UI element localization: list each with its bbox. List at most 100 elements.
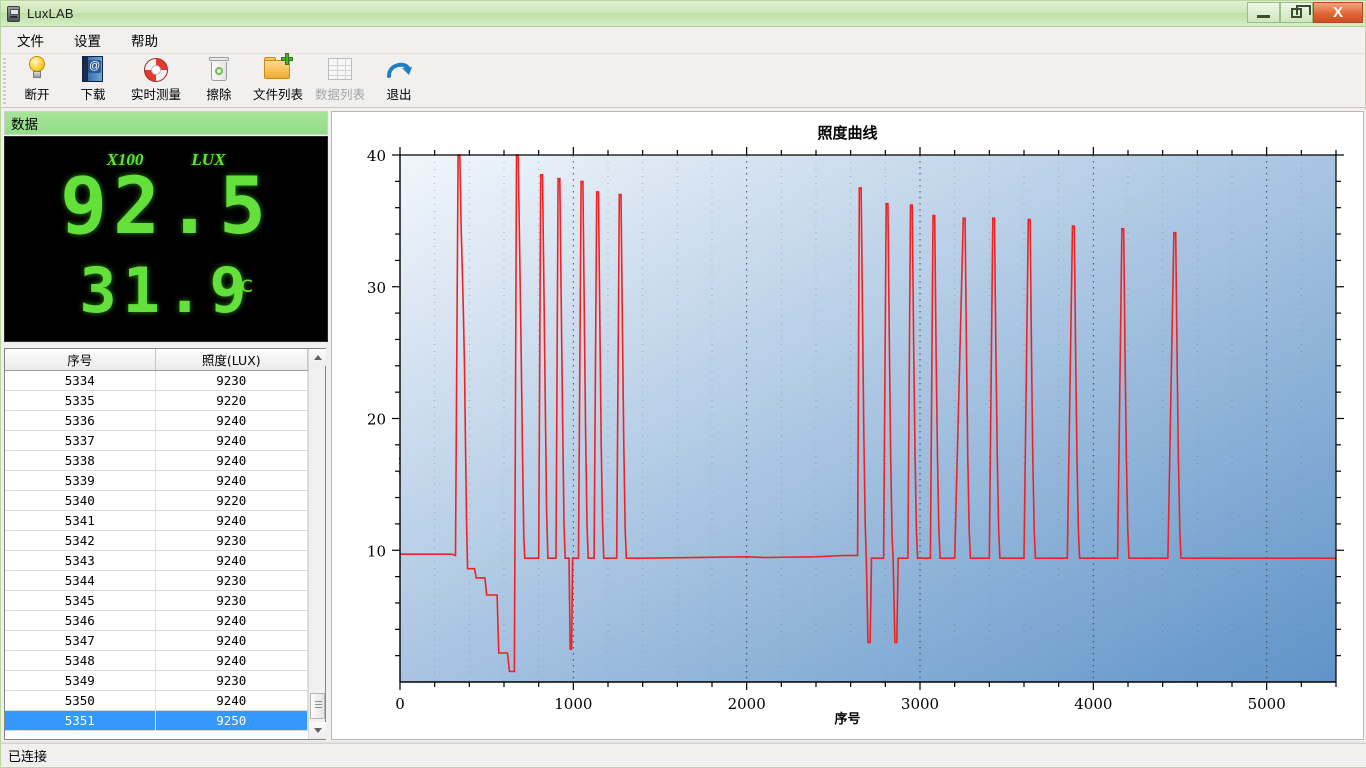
lcd-lux-value: 92.5 <box>60 162 272 252</box>
lcd-temp-row: 31.9 ℃ <box>5 259 327 323</box>
cell-lux: 9230 <box>155 570 308 591</box>
left-panel: 数据 X100 LUX 92.5 31.9 ℃ 序号 照度(LUX) 5334 … <box>1 109 331 743</box>
cell-lux: 9240 <box>155 630 308 651</box>
table-row[interactable]: 5337 9240 <box>5 430 308 451</box>
lcd-temperature-unit: ℃ <box>233 277 253 296</box>
cell-index: 5341 <box>5 510 156 531</box>
cell-lux: 9240 <box>155 550 308 571</box>
toolbar-label: 退出 <box>386 87 412 102</box>
status-text: 已连接 <box>8 750 48 765</box>
book-at-icon: @ <box>77 55 109 85</box>
cell-index: 5351 <box>5 710 156 731</box>
toolbar-button-file-list[interactable]: 文件列表 <box>247 53 309 103</box>
scroll-up-arrow[interactable] <box>309 349 326 366</box>
table-row[interactable]: 5345 9230 <box>5 590 308 611</box>
cell-lux: 9220 <box>155 390 308 411</box>
table-row[interactable]: 5350 9240 <box>5 690 308 711</box>
table-row[interactable]: 5346 9240 <box>5 610 308 631</box>
cell-index: 5335 <box>5 390 156 411</box>
lcd-temperature-value: 31.9 <box>79 254 253 327</box>
cell-lux: 9250 <box>155 710 308 731</box>
scroll-down-arrow[interactable] <box>309 722 326 739</box>
table-row[interactable]: 5343 9240 <box>5 550 308 571</box>
table-scrollbar[interactable] <box>308 349 326 739</box>
menu-file[interactable]: 文件 <box>15 27 46 53</box>
table-row[interactable]: 5344 9230 <box>5 570 308 591</box>
table-row[interactable]: 5348 9240 <box>5 650 308 671</box>
svg-text:20: 20 <box>367 411 386 429</box>
table-row[interactable]: 5338 9240 <box>5 450 308 471</box>
menu-settings[interactable]: 设置 <box>72 27 103 53</box>
table-row[interactable]: 5340 9220 <box>5 490 308 511</box>
minimize-button[interactable] <box>1247 2 1280 23</box>
toolbar-button-exit[interactable]: 退出 <box>371 54 427 103</box>
cell-index: 5334 <box>5 370 156 391</box>
table-row[interactable]: 5336 9240 <box>5 410 308 431</box>
table-header-row: 序号 照度(LUX) <box>5 349 308 371</box>
cell-index: 5338 <box>5 450 156 471</box>
cell-lux: 9220 <box>155 490 308 511</box>
toolbar-button-realtime[interactable]: 实时测量 <box>121 54 191 103</box>
cell-index: 5343 <box>5 550 156 571</box>
column-header-index[interactable]: 序号 <box>5 349 156 371</box>
cell-index: 5350 <box>5 690 156 711</box>
grid-icon <box>324 55 356 85</box>
table-row[interactable]: 5334 9230 <box>5 370 308 391</box>
window-buttons: X <box>1247 2 1363 23</box>
folder-plus-icon <box>262 53 294 85</box>
close-button[interactable]: X <box>1313 2 1363 23</box>
window-title: LuxLAB <box>27 6 74 21</box>
cell-lux: 9230 <box>155 530 308 551</box>
data-table-viewport: 序号 照度(LUX) 5334 9230 5335 9220 5336 9240 5337 9… <box>5 349 308 739</box>
toolbar-label: 文件列表 <box>252 87 303 102</box>
column-header-lux[interactable]: 照度(LUX) <box>155 349 308 371</box>
table-row[interactable]: 5347 9240 <box>5 630 308 651</box>
cell-index: 5349 <box>5 670 156 691</box>
toolbar-button-download[interactable]: @ 下载 <box>65 54 121 103</box>
lcd-display: X100 LUX 92.5 31.9 ℃ <box>4 136 328 342</box>
svg-text:4000: 4000 <box>1074 695 1112 713</box>
cell-index: 5348 <box>5 650 156 671</box>
svg-text:0: 0 <box>395 695 405 713</box>
cell-index: 5340 <box>5 490 156 511</box>
cell-index: 5336 <box>5 410 156 431</box>
data-table: 序号 照度(LUX) 5334 9230 5335 9220 5336 9240 5337 9… <box>5 349 308 731</box>
svg-text:1000: 1000 <box>554 695 592 713</box>
app-window: LuxLAB X 文件 设置 帮助 断开 @ 下载 实时测量 擦除 文件列表 数… <box>0 0 1366 768</box>
maximize-button[interactable] <box>1280 2 1313 23</box>
toolbar-button-disconnect[interactable]: 断开 <box>9 54 65 103</box>
table-row[interactable]: 5349 9230 <box>5 670 308 691</box>
table-row[interactable]: 5341 9240 <box>5 510 308 531</box>
toolbar-label: 擦除 <box>206 87 232 102</box>
lifebuoy-icon <box>140 55 172 85</box>
cell-lux: 9240 <box>155 650 308 671</box>
chart-plot[interactable]: 10 20 30 40 0 1000 2000 3000 4000 5000 <box>332 112 1360 737</box>
title-bar: LuxLAB X <box>1 1 1365 27</box>
svg-text:10: 10 <box>367 542 386 560</box>
table-row[interactable]: 5339 9240 <box>5 470 308 491</box>
svg-text:30: 30 <box>367 279 386 297</box>
cell-lux: 9240 <box>155 470 308 491</box>
bulb-icon <box>21 55 53 85</box>
cell-lux: 9240 <box>155 450 308 471</box>
cell-index: 5345 <box>5 590 156 611</box>
toolbar: 断开 @ 下载 实时测量 擦除 文件列表 数据列表 退出 <box>1 53 1365 108</box>
table-row[interactable]: 5335 9220 <box>5 390 308 411</box>
toolbar-grip[interactable] <box>3 58 6 104</box>
chart-panel: 照度曲线 照度值(LUX) (10^3) 序号 1020304001000200… <box>331 111 1364 740</box>
cell-lux: 9230 <box>155 370 308 391</box>
cell-index: 5339 <box>5 470 156 491</box>
cell-lux: 9240 <box>155 430 308 451</box>
data-group-header: 数据 <box>4 111 328 135</box>
toolbar-button-erase[interactable]: 擦除 <box>191 54 247 103</box>
scroll-thumb[interactable] <box>310 693 325 719</box>
table-row[interactable]: 5351 9250 <box>5 710 308 731</box>
menu-help[interactable]: 帮助 <box>129 27 160 53</box>
data-table-container: 序号 照度(LUX) 5334 9230 5335 9220 5336 9240 5337 9… <box>4 348 326 740</box>
cell-lux: 9240 <box>155 510 308 531</box>
table-row[interactable]: 5342 9230 <box>5 530 308 551</box>
toolbar-label: 断开 <box>24 87 50 102</box>
status-bar: 已连接 <box>1 743 1366 767</box>
toolbar-button-data-list: 数据列表 <box>309 54 371 103</box>
cell-lux: 9230 <box>155 670 308 691</box>
